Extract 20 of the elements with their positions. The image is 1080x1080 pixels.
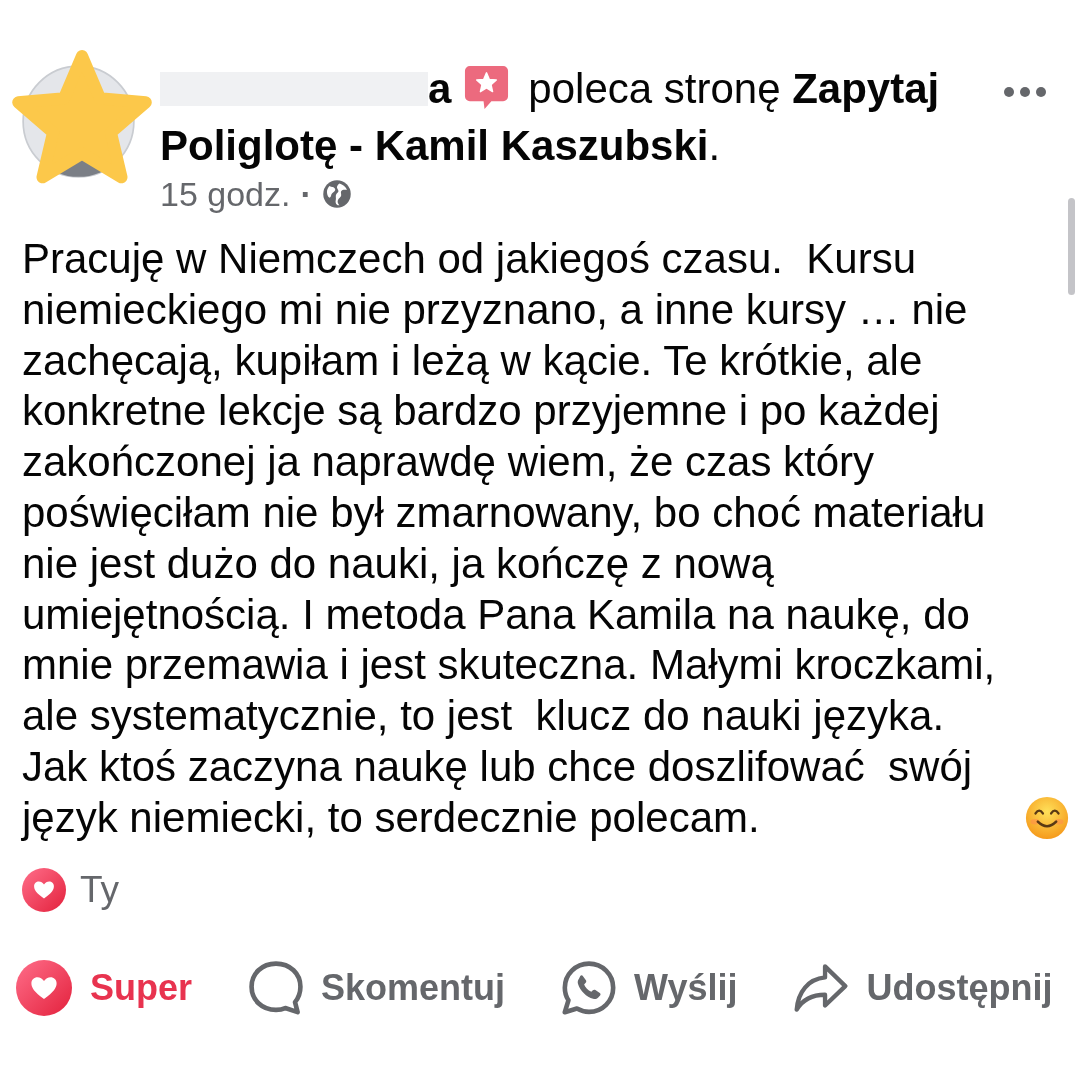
reaction-summary[interactable]: Ty: [80, 868, 120, 911]
smiling-emoji-icon: [1025, 795, 1069, 840]
author-name[interactable]: a: [428, 65, 452, 112]
recommendation-icon: [463, 64, 511, 111]
action-button-send[interactable]: Wyślij: [562, 960, 738, 1015]
comment-icon: [249, 960, 304, 1015]
more-options-button[interactable]: [1003, 86, 1047, 98]
chat-phone-icon: [562, 960, 617, 1015]
action-button-share[interactable]: Udostępnij: [794, 960, 1053, 1015]
more-icon: [1003, 86, 1047, 98]
separator-dot: ·: [300, 174, 312, 214]
action-button-react[interactable]: Super: [16, 959, 193, 1016]
post-text: Pracuję w Niemczech od jakiegoś czasu. Kursu niemieckiego mi nie przyznano, a inne kursy … nie zachęcają, kupiłam i leżą w kącie. Te krótkie, ale konkretne lekcje są bardzo przyjemne i po każdej zakończonej ja naprawdę wiem, że czas który poświęciłam nie był zmarnowany, bo choć materiału nie jest dużo do nauki, ja kończę z nową umiejętnością. I metoda Pana Kamila na naukę, do mnie przemawia i jest skuteczna. Małymi kroczkami, ale systematycznie, to jest klucz do nauki języka. Jak ktoś zaczyna naukę lub chce doszlifować swój język niemiecki, to serdecznie polecam.: [22, 234, 997, 843]
recommendation-text: poleca stronę Zapytaj: [528, 65, 940, 112]
star-icon: [12, 50, 152, 184]
post-time: 15 godz.: [160, 174, 291, 214]
globe-icon: [321, 179, 352, 209]
action-button-comment[interactable]: Skomentuj: [249, 960, 506, 1015]
heart-reaction-icon: [22, 867, 66, 912]
recommendation-text: Poliglotę - Kamil Kaszubski.: [160, 122, 721, 169]
